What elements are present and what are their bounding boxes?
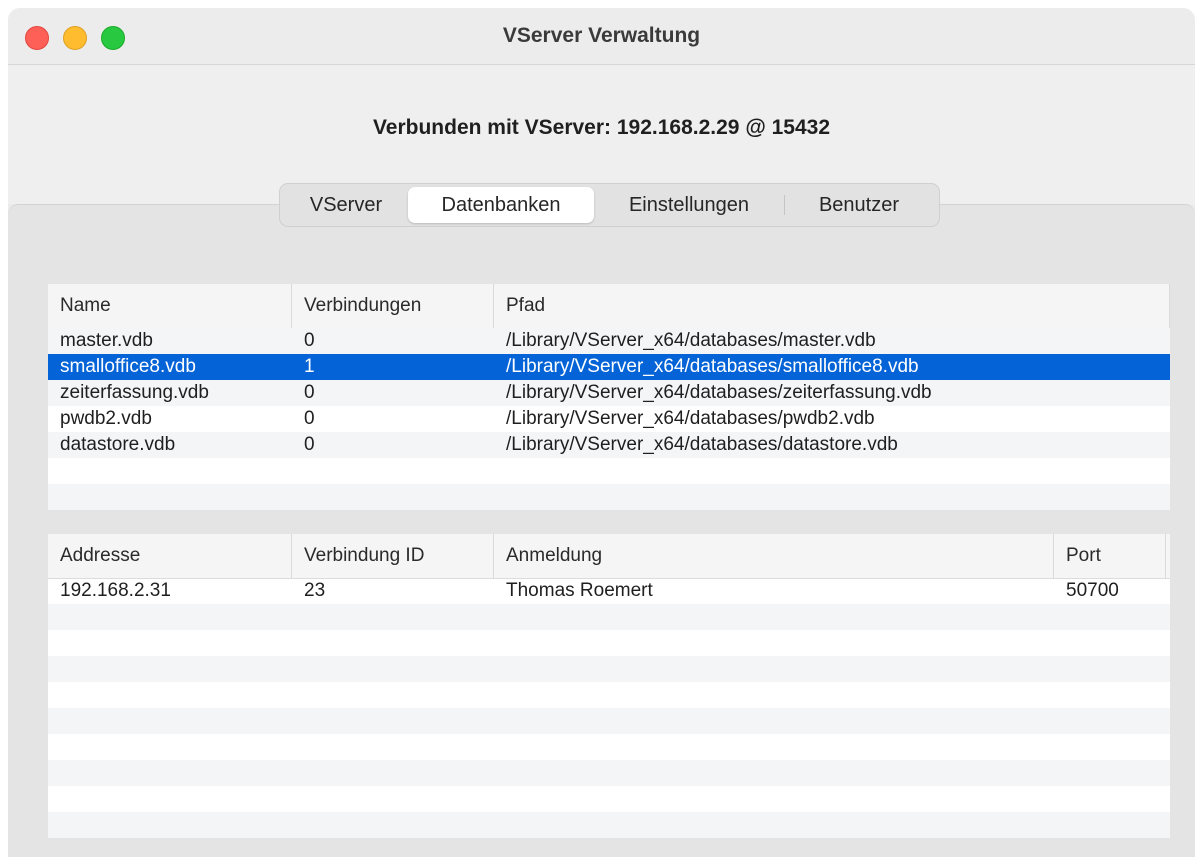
column-header-connection-id[interactable]: Verbindung ID bbox=[292, 534, 494, 578]
table-cell-connections: 0 bbox=[304, 382, 315, 403]
tab-einstellungen[interactable]: Einstellungen bbox=[594, 187, 784, 223]
databases-table-header: Name Verbindungen Pfad bbox=[48, 284, 1170, 329]
table-cell-name: smalloffice8.vdb bbox=[60, 356, 196, 377]
table-row[interactable]: 192.168.2.31 23 Thomas Roemert 50700 bbox=[48, 578, 1170, 604]
table-cell-path: /Library/VServer_x64/databases/pwdb2.vdb bbox=[506, 408, 875, 429]
table-row[interactable]: pwdb2.vdb 0/Library/VServer_x64/databases… bbox=[48, 406, 1170, 432]
tab-vserver[interactable]: VServer bbox=[284, 187, 408, 223]
table-cell-name: zeiterfassung.vdb bbox=[60, 382, 209, 403]
table-row[interactable]: datastore.vdb 0/Library/VServer_x64/datab… bbox=[48, 432, 1170, 458]
column-header-name[interactable]: Name bbox=[48, 284, 292, 328]
empty-table-row bbox=[48, 786, 1170, 812]
tab-panel: Name Verbindungen Pfad master.vdb 0/Libra… bbox=[8, 204, 1195, 857]
empty-table-row bbox=[48, 656, 1170, 682]
tab-bar: VServer Datenbanken Einstellungen Benutz… bbox=[279, 183, 940, 227]
column-header-connections[interactable]: Verbindungen bbox=[292, 284, 494, 328]
table-cell-connections: 0 bbox=[304, 408, 315, 429]
tab-benutzer[interactable]: Benutzer bbox=[785, 187, 933, 223]
empty-table-row bbox=[48, 812, 1170, 838]
connection-status-title: Verbunden mit VServer: 192.168.2.29 @ 15… bbox=[372, 116, 831, 139]
table-cell-connections: 1 bbox=[304, 356, 315, 377]
table-cell-name: datastore.vdb bbox=[60, 434, 176, 455]
column-header-login[interactable]: Anmeldung bbox=[494, 534, 1054, 578]
databases-table: Name Verbindungen Pfad master.vdb 0/Libra… bbox=[48, 284, 1170, 510]
tab-datenbanken[interactable]: Datenbanken bbox=[408, 187, 594, 223]
table-cell-login: Thomas Roemert bbox=[506, 580, 653, 601]
table-cell-id: 23 bbox=[304, 580, 326, 601]
table-cell-connections: 0 bbox=[304, 434, 315, 455]
table-row[interactable]: master.vdb 0/Library/VServer_x64/database… bbox=[48, 328, 1170, 354]
connections-table: Addresse Verbindung ID Anmeldung Port 19… bbox=[48, 534, 1170, 838]
table-cell-address: 192.168.2.31 bbox=[60, 580, 171, 601]
title-bar: VServer Verwaltung bbox=[8, 8, 1195, 65]
table-cell-port: 50700 bbox=[1066, 580, 1119, 601]
column-header-path[interactable]: Pfad bbox=[494, 284, 1170, 328]
table-cell-path: /Library/VServer_x64/databases/zeiterfas… bbox=[506, 382, 932, 403]
table-cell-path: /Library/VServer_x64/databases/datastore… bbox=[506, 434, 898, 455]
empty-table-row bbox=[48, 682, 1170, 708]
table-cell-path: /Library/VServer_x64/databases/smalloffi… bbox=[506, 356, 919, 377]
empty-table-row bbox=[48, 484, 1170, 510]
empty-table-row bbox=[48, 734, 1170, 760]
table-row[interactable]: zeiterfassung.vdb 0/Library/VServer_x64/d… bbox=[48, 380, 1170, 406]
connections-table-header: Addresse Verbindung ID Anmeldung Port bbox=[48, 534, 1170, 579]
table-cell-path: /Library/VServer_x64/databases/master.vd… bbox=[506, 330, 876, 351]
empty-table-row bbox=[48, 604, 1170, 630]
empty-table-row bbox=[48, 760, 1170, 786]
column-header-address[interactable]: Addresse bbox=[48, 534, 292, 578]
table-cell-name: pwdb2.vdb bbox=[60, 408, 152, 429]
column-header-port[interactable]: Port bbox=[1054, 534, 1166, 578]
window-title: VServer Verwaltung bbox=[502, 24, 701, 47]
app-window: VServer Verwaltung Verbunden mit VServer… bbox=[8, 8, 1195, 857]
table-cell-connections: 0 bbox=[304, 330, 315, 351]
table-row[interactable]: smalloffice8.vdb 1/Library/VServer_x64/da… bbox=[48, 354, 1170, 380]
table-cell-name: master.vdb bbox=[60, 330, 153, 351]
empty-table-row bbox=[48, 708, 1170, 734]
empty-table-row bbox=[48, 458, 1170, 484]
empty-table-row bbox=[48, 630, 1170, 656]
